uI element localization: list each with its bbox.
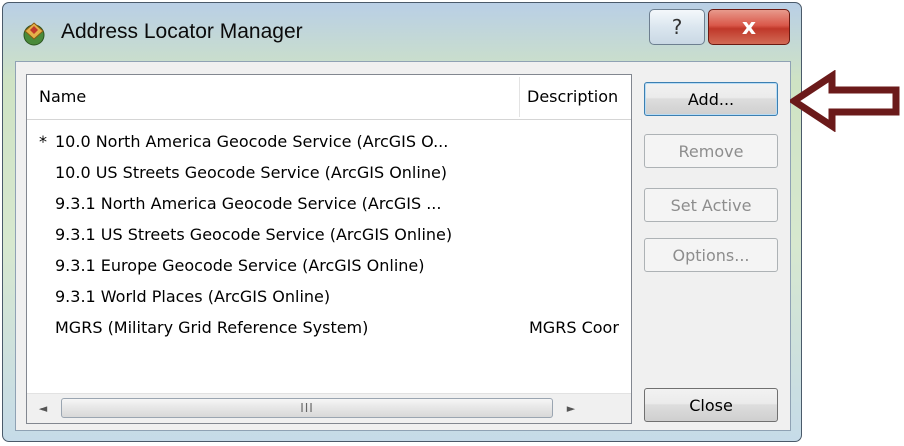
close-icon: x [741, 14, 757, 40]
locator-name: 10.0 North America Geocode Service (ArcG… [55, 132, 449, 151]
help-icon: ? [671, 15, 683, 39]
address-locator-manager-window: Address Locator Manager ? x Name Descrip… [2, 2, 802, 442]
pointer-arrow-icon [790, 70, 900, 132]
address-locator-list[interactable]: Name Description * 10.0 North America Ge… [26, 74, 632, 424]
list-item[interactable]: 9.3.1 US Streets Geocode Service (ArcGIS… [27, 220, 631, 251]
locator-name: 10.0 US Streets Geocode Service (ArcGIS … [55, 163, 448, 182]
window-close-button[interactable]: x [708, 9, 790, 45]
address-locator-app-icon [23, 22, 45, 46]
column-header-name[interactable]: Name [39, 75, 86, 119]
help-button[interactable]: ? [649, 9, 705, 45]
scroll-left-icon[interactable]: ◄ [35, 400, 51, 416]
locator-description: MGRS Coor [529, 318, 619, 337]
list-header: Name Description [27, 75, 631, 120]
locator-name: 9.3.1 Europe Geocode Service (ArcGIS Onl… [55, 256, 425, 275]
active-marker: * [39, 132, 47, 151]
remove-button[interactable]: Remove [644, 134, 778, 168]
add-button[interactable]: Add... [644, 82, 778, 116]
locator-name: MGRS (Military Grid Reference System) [55, 318, 369, 337]
list-rows: * 10.0 North America Geocode Service (Ar… [27, 127, 631, 344]
title-bar[interactable]: Address Locator Manager ? x [3, 3, 801, 63]
column-header-description[interactable]: Description [527, 75, 618, 119]
window-title: Address Locator Manager [61, 20, 303, 43]
locator-name: 9.3.1 North America Geocode Service (Arc… [55, 194, 442, 213]
column-separator[interactable] [519, 77, 520, 117]
list-item[interactable]: 9.3.1 North America Geocode Service (Arc… [27, 189, 631, 220]
list-item[interactable]: 10.0 US Streets Geocode Service (ArcGIS … [27, 158, 631, 189]
list-item[interactable]: 9.3.1 World Places (ArcGIS Online) [27, 282, 631, 313]
dialog-client-area: Name Description * 10.0 North America Ge… [15, 61, 791, 431]
close-button[interactable]: Close [644, 388, 778, 422]
set-active-button[interactable]: Set Active [644, 188, 778, 222]
locator-name: 9.3.1 US Streets Geocode Service (ArcGIS… [55, 225, 453, 244]
list-item[interactable]: * 10.0 North America Geocode Service (Ar… [27, 127, 631, 158]
list-item[interactable]: 9.3.1 Europe Geocode Service (ArcGIS Onl… [27, 251, 631, 282]
horizontal-scrollbar[interactable]: ◄ III ► [27, 393, 631, 423]
grip-icon: III [300, 401, 314, 415]
options-button[interactable]: Options... [644, 238, 778, 272]
scrollbar-thumb[interactable]: III [61, 398, 553, 418]
scroll-right-icon[interactable]: ► [563, 400, 579, 416]
locator-name: 9.3.1 World Places (ArcGIS Online) [55, 287, 331, 306]
list-item[interactable]: MGRS (Military Grid Reference System) MG… [27, 313, 631, 344]
